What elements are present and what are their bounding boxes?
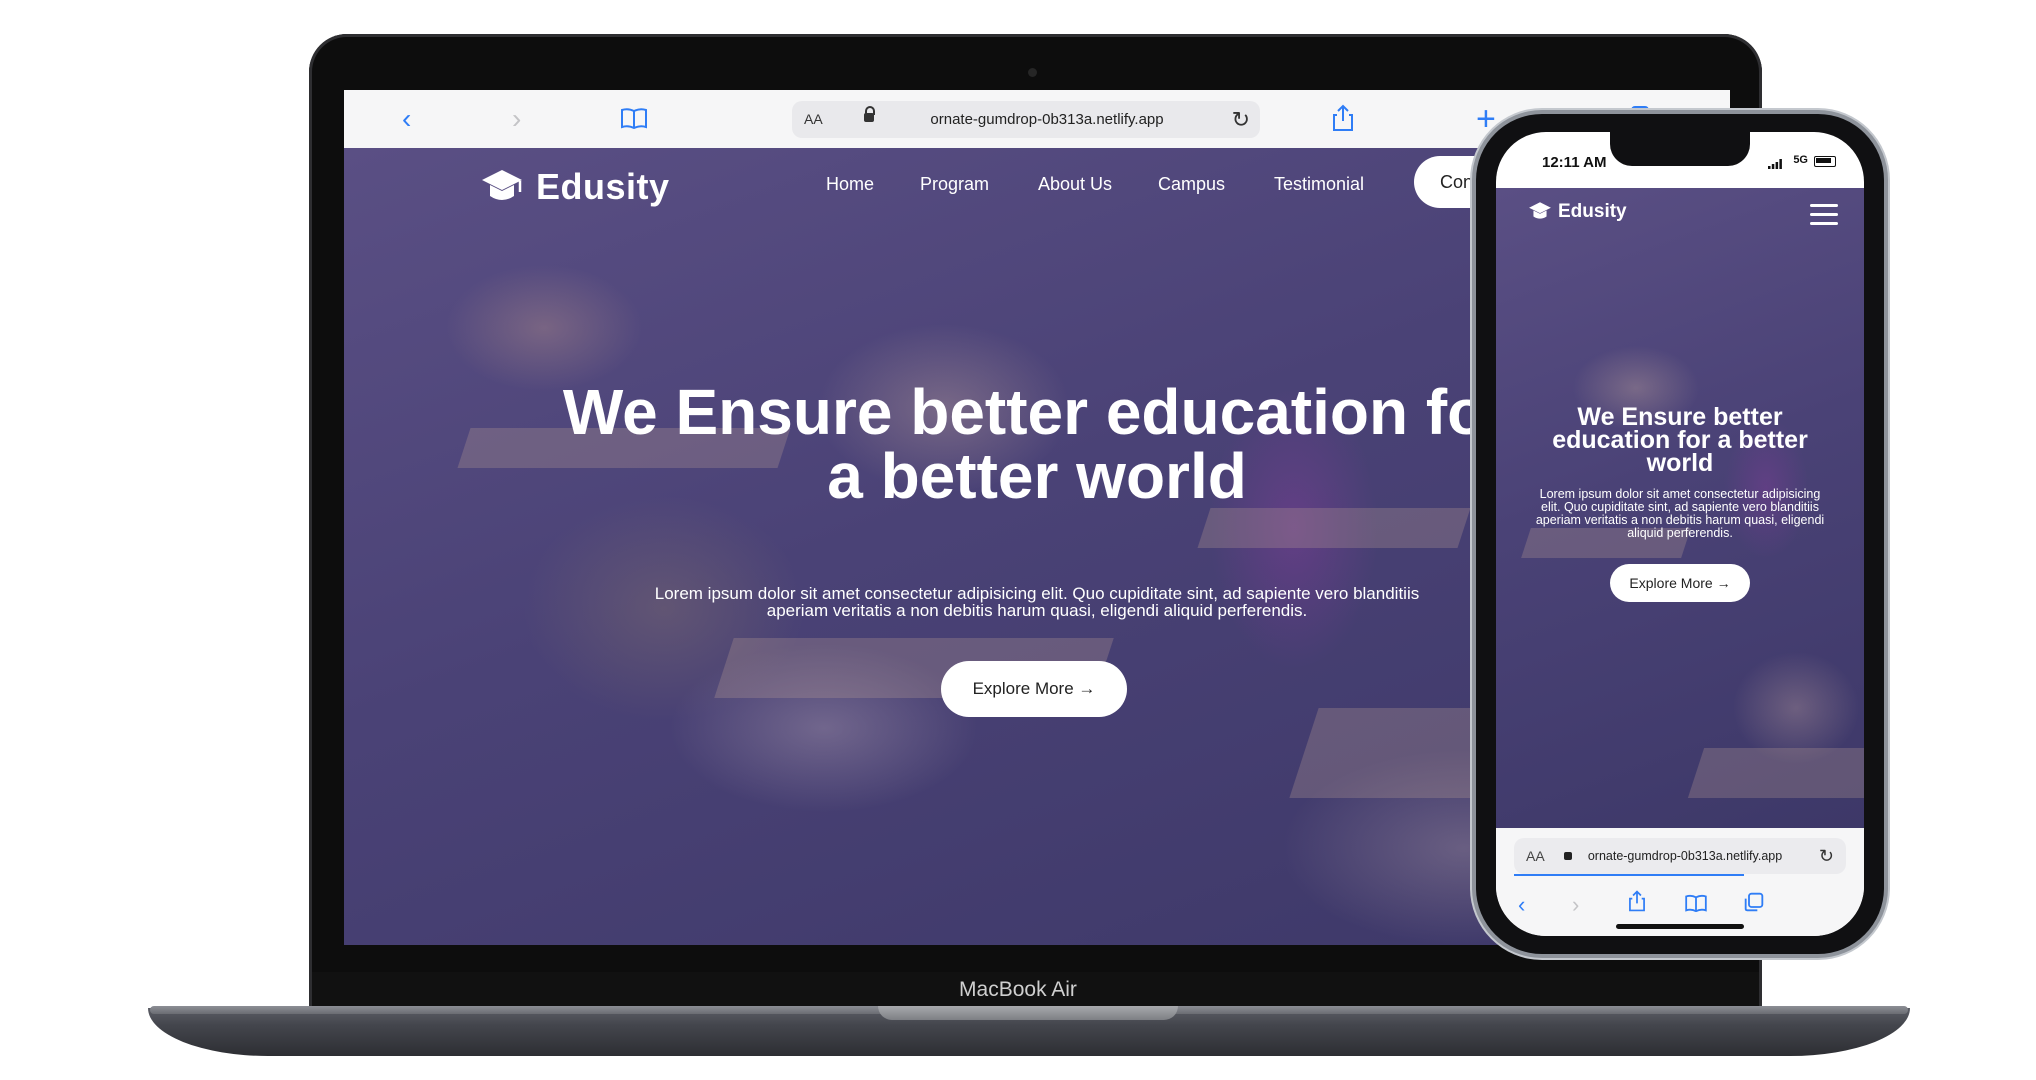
tabs-icon[interactable]: [1744, 892, 1764, 917]
network-label: 5G: [1793, 154, 1808, 166]
share-icon[interactable]: [1628, 890, 1646, 917]
hero-text: Lorem ipsum dolor sit amet consectetur a…: [654, 584, 1420, 620]
phone-screen: 12:11 AM 5G Edusity We Ensure better edu…: [1496, 132, 1864, 936]
address-bar[interactable]: AA ornate-gumdrop-0b313a.netlify.app ↻: [792, 101, 1260, 138]
webcam: [1028, 68, 1037, 77]
nav-testimonial[interactable]: Testimonial: [1274, 174, 1364, 194]
reload-icon[interactable]: ↻: [1232, 101, 1250, 138]
desk-shape: [1197, 508, 1471, 548]
logo-text[interactable]: Edusity: [1558, 201, 1627, 223]
reader-aa-button[interactable]: AA: [804, 101, 823, 138]
phone-body: 12:11 AM 5G Edusity We Ensure better edu…: [1476, 114, 1884, 954]
bookmarks-icon[interactable]: [620, 107, 648, 134]
phone-notch: [1610, 132, 1750, 166]
explore-more-button[interactable]: Explore More →: [941, 661, 1127, 717]
explore-more-button[interactable]: Explore More →: [1610, 564, 1750, 602]
graduation-cap-icon: [1528, 200, 1552, 227]
forward-icon[interactable]: ›: [1572, 892, 1579, 918]
model-label: MacBook Air: [959, 978, 1077, 1001]
status-time: 12:11 AM: [1542, 154, 1607, 171]
laptop-opening-notch: [878, 1006, 1178, 1020]
hero-text: Lorem ipsum dolor sit amet consectetur a…: [1535, 487, 1825, 540]
battery-icon: [1814, 156, 1836, 167]
nav-program[interactable]: Program: [920, 174, 989, 194]
phone-browser-bar: AA ornate-gumdrop-0b313a.netlify.app ↻ ‹…: [1496, 828, 1864, 936]
home-indicator[interactable]: [1616, 924, 1744, 929]
forward-icon[interactable]: ›: [512, 90, 521, 148]
back-icon[interactable]: ‹: [1518, 892, 1525, 918]
desk-shape: [1687, 748, 1864, 798]
hero-title: We Ensure better education for a better …: [1552, 403, 1808, 477]
url-text[interactable]: ornate-gumdrop-0b313a.netlify.app: [1560, 838, 1810, 874]
phone-hero-section: Edusity We Ensure better education for a…: [1496, 188, 1864, 828]
nav-campus[interactable]: Campus: [1158, 174, 1225, 194]
signal-icon: [1768, 156, 1782, 174]
graduation-cap-icon: [480, 166, 524, 211]
back-icon[interactable]: ‹: [402, 90, 411, 148]
logo-text: Edusity: [536, 166, 670, 207]
address-bar[interactable]: AA ornate-gumdrop-0b313a.netlify.app ↻: [1514, 838, 1846, 874]
reload-icon[interactable]: ↻: [1819, 838, 1834, 874]
url-text[interactable]: ornate-gumdrop-0b313a.netlify.app: [882, 101, 1212, 138]
nav-about-us[interactable]: About Us: [1038, 174, 1112, 194]
share-icon[interactable]: [1332, 104, 1354, 137]
hamburger-menu-icon[interactable]: [1810, 204, 1838, 231]
hero-title: We Ensure better education for a better …: [562, 376, 1512, 512]
lock-icon: [864, 106, 875, 122]
nav-menu: Home Program About Us Campus Testimonial: [826, 174, 1426, 194]
page-load-progress: [1514, 874, 1744, 876]
nav-home[interactable]: Home: [826, 174, 874, 194]
reader-aa-button[interactable]: AA: [1526, 838, 1545, 874]
bookmarks-icon[interactable]: [1684, 894, 1708, 917]
